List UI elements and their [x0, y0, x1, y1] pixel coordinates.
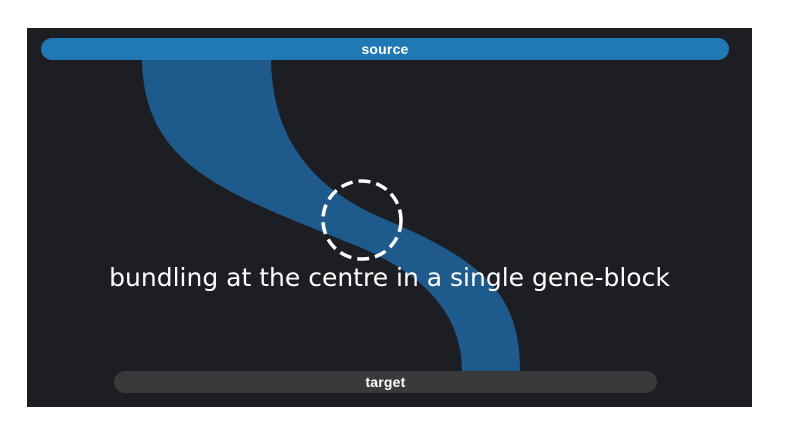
diagram-canvas: source target bundling at the centre in … — [27, 28, 752, 407]
caption-text: bundling at the centre in a single gene-… — [109, 263, 670, 292]
flow-ribbon — [142, 56, 520, 371]
target-label: target — [365, 374, 406, 390]
flow-diagram — [142, 56, 520, 371]
target-node: target — [114, 371, 657, 393]
source-node: source — [41, 38, 729, 60]
source-label: source — [361, 41, 409, 57]
